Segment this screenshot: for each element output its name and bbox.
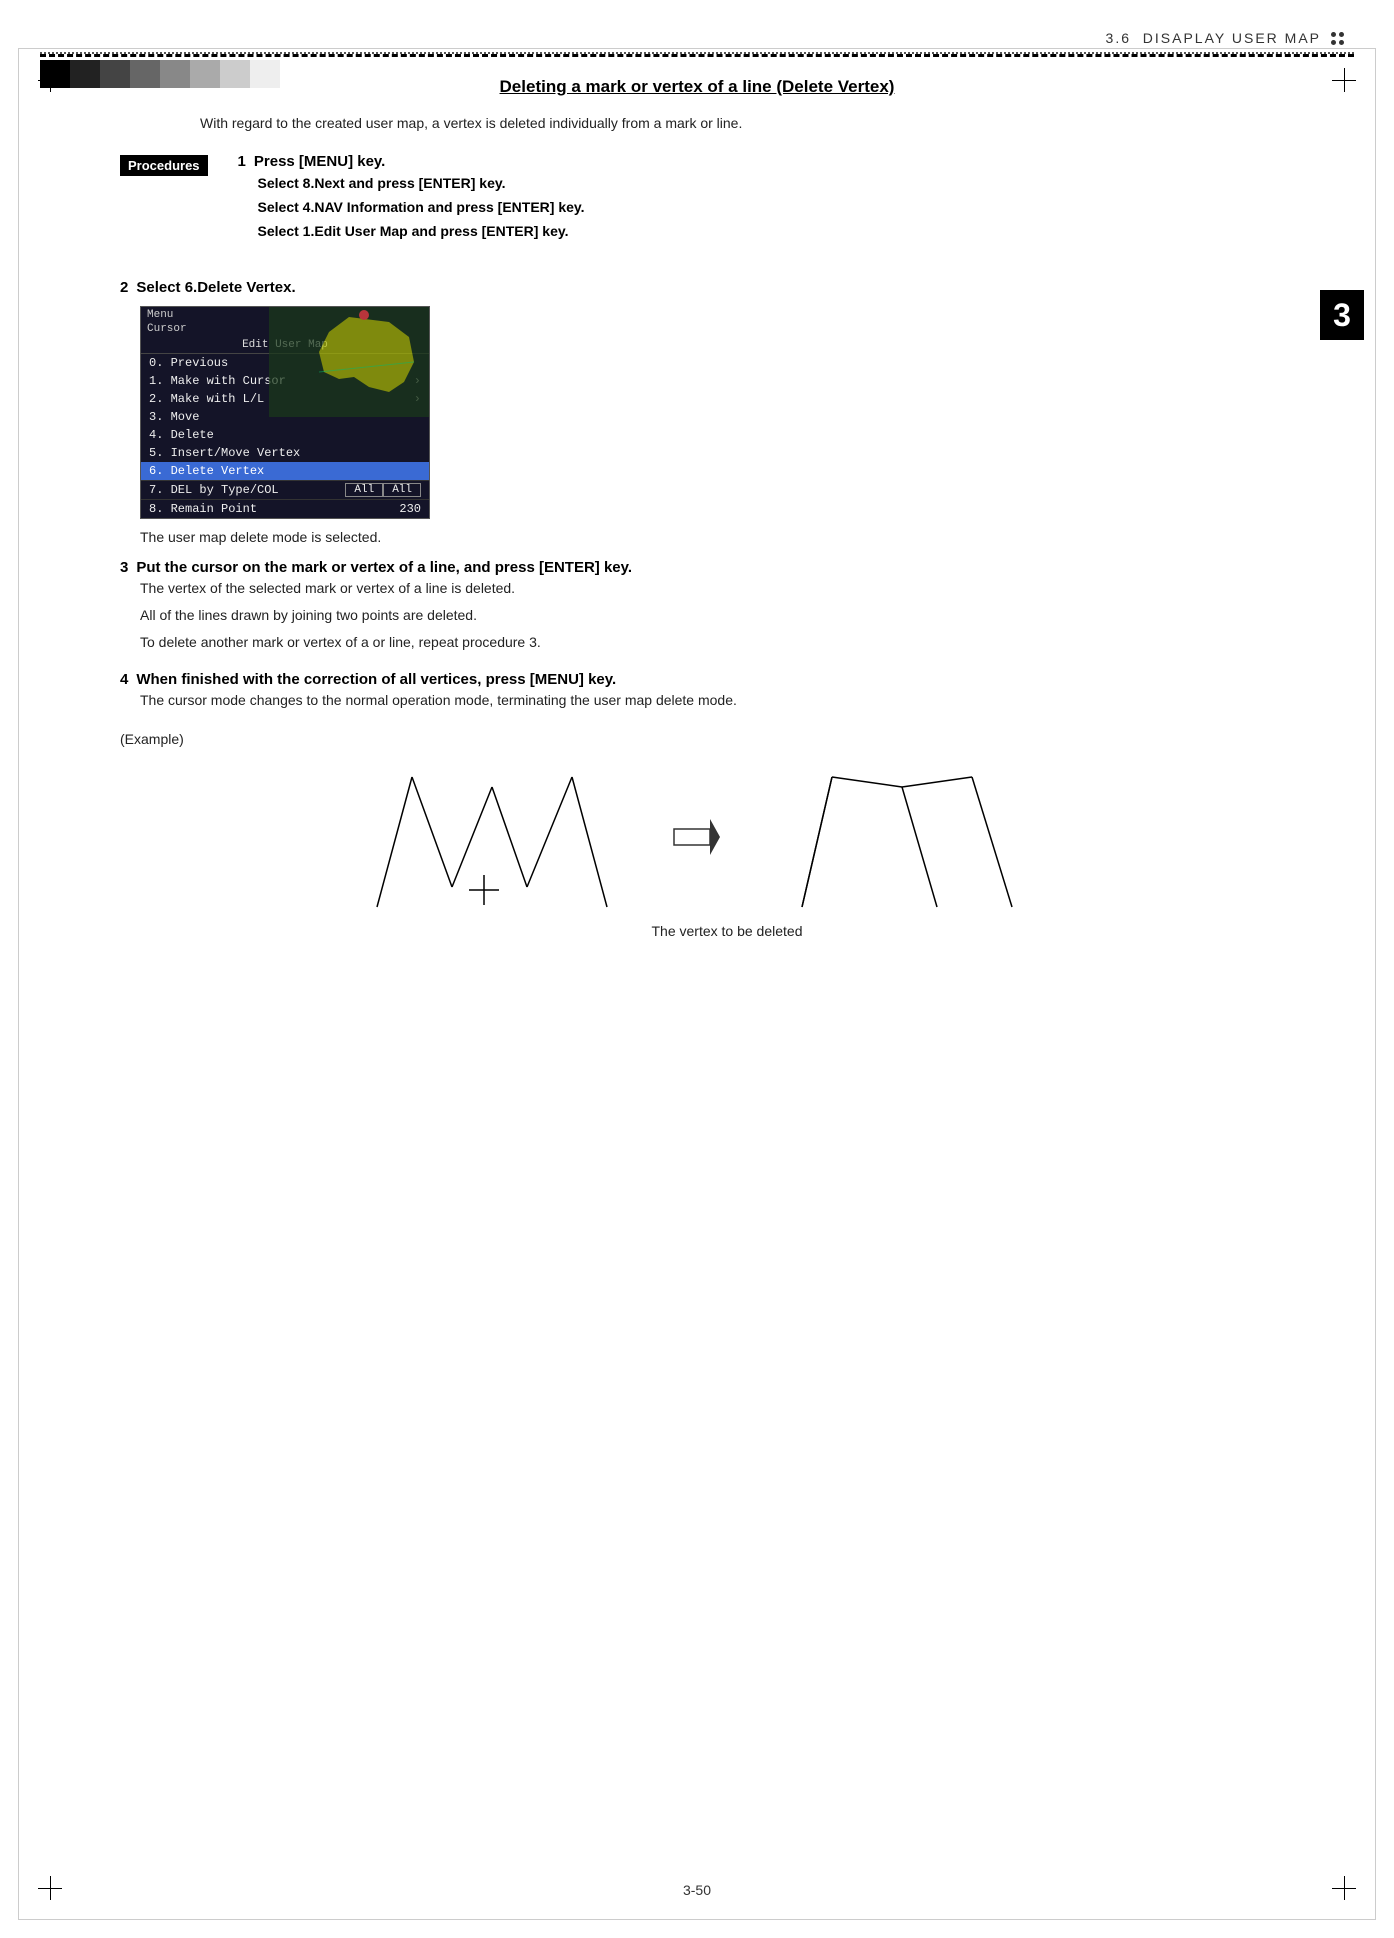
diagram-area (120, 757, 1274, 917)
menu-label: Menu (147, 309, 173, 321)
crosshair-br (1332, 1876, 1356, 1900)
step2-number: 2 (120, 279, 128, 296)
header-dots (1331, 32, 1344, 45)
step4-header: 4 When finished with the correction of a… (120, 671, 1274, 688)
step2-block: 2 Select 6.Delete Vertex. Menu Cursor (120, 279, 1274, 545)
dashed-divider (40, 54, 1354, 57)
example-label: (Example) (120, 731, 1274, 747)
crosshair-bl (38, 1876, 62, 1900)
step1-block: 1 Press [MENU] key. Select 8.Next and pr… (238, 153, 1274, 243)
step3-body-2: To delete another mark or vertex of a or… (140, 632, 1274, 653)
chapter-number: 3 (1320, 290, 1364, 340)
page-number: 3-50 (683, 1882, 711, 1898)
menu-screenshot: Menu Cursor Edit User Map 0. Previous 1.… (140, 306, 430, 519)
menu-bottom-7: 7. DEL by Type/COL All All (141, 480, 429, 499)
step1-header: 1 Press [MENU] key. (238, 153, 1274, 170)
crosshair-tr (1332, 68, 1356, 92)
main-content: Deleting a mark or vertex of a line (Del… (120, 77, 1274, 939)
crosshair-tl (38, 68, 62, 92)
step4-title: When finished with the correction of all… (136, 671, 616, 688)
step3-body-1: All of the lines drawn by joining two po… (140, 605, 1274, 626)
step4-block: 4 When finished with the correction of a… (120, 671, 1274, 711)
step3-header: 3 Put the cursor on the mark or vertex o… (120, 559, 1274, 576)
step3-title: Put the cursor on the mark or vertex of … (136, 559, 632, 576)
grayscale-bar (40, 60, 310, 88)
step1-number: 1 (238, 153, 246, 170)
step1-content: 1 Press [MENU] key. Select 8.Next and pr… (238, 153, 1274, 261)
step4-body-0: The cursor mode changes to the normal op… (140, 690, 1274, 711)
step1-title: Press [MENU] key. (254, 153, 385, 170)
menu-bottom-8: 8. Remain Point 230 (141, 499, 429, 518)
procedures-row: Procedures 1 Press [MENU] key. Select 8.… (120, 153, 1274, 261)
arrow-diagram (672, 817, 722, 857)
step3-block: 3 Put the cursor on the mark or vertex o… (120, 559, 1274, 653)
menu-item-4: 4. Delete (141, 426, 429, 444)
intro-text: With regard to the created user map, a v… (200, 115, 1274, 131)
page-header: 3.6 DISAPLAY USER MAP (40, 30, 1354, 54)
step3-body-0: The vertex of the selected mark or verte… (140, 578, 1274, 599)
menu-item-6-highlighted: 6. Delete Vertex (141, 462, 429, 480)
step2-title: Select 6.Delete Vertex. (136, 279, 295, 296)
section-label: 3.6 DISAPLAY USER MAP (1106, 30, 1321, 46)
step1-detail: Select 8.Next and press [ENTER] key. Sel… (258, 172, 1274, 243)
step3-number: 3 (120, 559, 128, 576)
before-diagram (372, 757, 612, 917)
step4-number: 4 (120, 671, 128, 688)
vertex-label: The vertex to be deleted (180, 923, 1274, 939)
procedures-badge: Procedures (120, 155, 208, 176)
menu-item-5: 5. Insert/Move Vertex (141, 444, 429, 462)
step2-header: 2 Select 6.Delete Vertex. (120, 279, 1274, 296)
after-menu-caption: The user map delete mode is selected. (140, 529, 1274, 545)
after-diagram (782, 757, 1022, 917)
